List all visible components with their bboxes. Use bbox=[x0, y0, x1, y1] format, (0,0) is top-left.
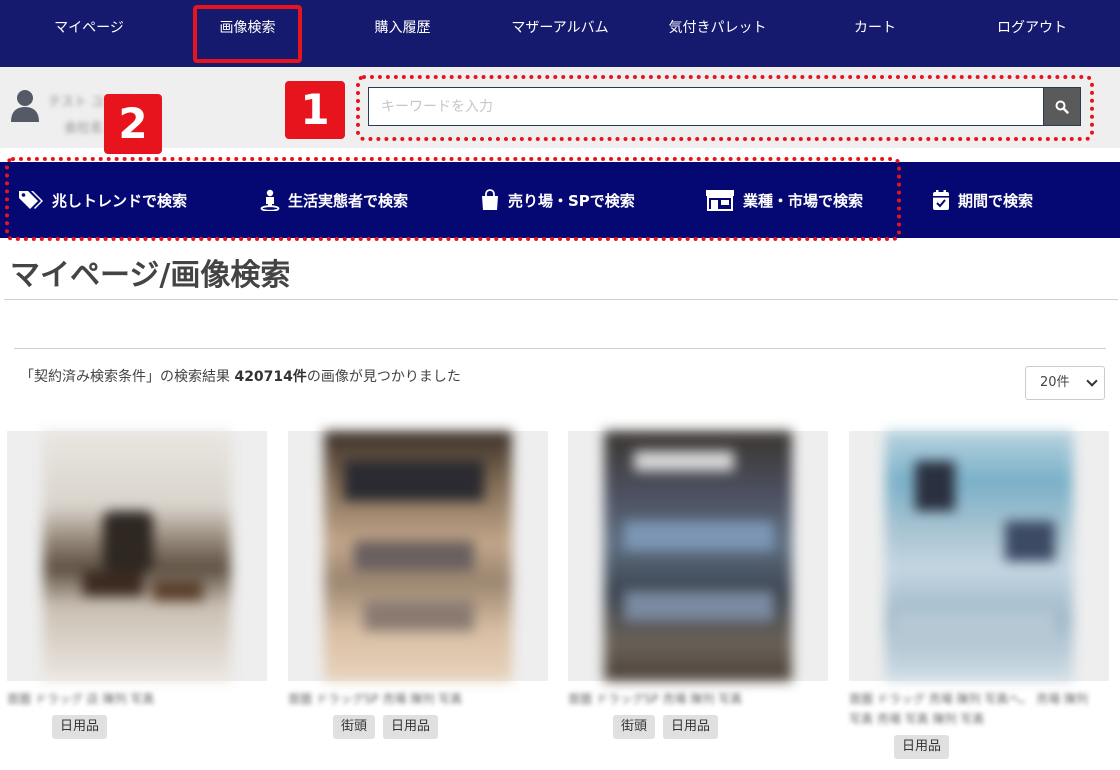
search-button[interactable] bbox=[1043, 87, 1081, 126]
store-icon bbox=[706, 190, 734, 211]
image-thumbnail[interactable] bbox=[604, 431, 792, 681]
shopping-bag-icon bbox=[482, 189, 498, 210]
tag[interactable]: 日用品 bbox=[52, 715, 108, 739]
image-card[interactable]: 首圏 ドラッグ 店 陳列 写真 日用品 bbox=[7, 431, 267, 739]
search-input[interactable] bbox=[368, 87, 1044, 126]
image-caption: 首圏 ドラッグSP 売場 陳列 写真 bbox=[288, 692, 463, 706]
person-icon bbox=[260, 189, 280, 211]
image-card[interactable]: 首圏 ドラッグSP 売場 陳列 写真 街頭 日用品 bbox=[568, 431, 828, 739]
result-prefix: 「契約済み検索条件」の検索結果 bbox=[20, 369, 235, 385]
image-thumbnail[interactable] bbox=[885, 431, 1073, 681]
category-sales-floor[interactable]: 売り場・SPで検索 bbox=[480, 185, 635, 215]
calendar-icon bbox=[933, 190, 949, 210]
image-card[interactable]: 首圏 ドラッグSP 売場 陳列 写真 街頭 日用品 bbox=[288, 431, 548, 739]
category-lifestyle[interactable]: 生活実態者で検索 bbox=[260, 185, 408, 215]
tag-list: 日用品 bbox=[849, 735, 1109, 759]
tag[interactable]: 日用品 bbox=[894, 735, 950, 759]
tag[interactable]: 日用品 bbox=[383, 715, 439, 739]
result-suffix: の画像が見つかりました bbox=[306, 369, 461, 385]
divider bbox=[14, 348, 1106, 349]
user-company: 会社名 bbox=[64, 121, 104, 136]
tag-list: 街頭 日用品 bbox=[568, 715, 828, 739]
category-period-label: 期間で検索 bbox=[958, 191, 1034, 210]
image-caption: 首圏 ドラッグ 店 陳列 写真 bbox=[7, 692, 155, 706]
user-icon bbox=[10, 89, 40, 123]
annotation-badge-1: 1 bbox=[285, 81, 345, 139]
category-sales-floor-label: 売り場・SPで検索 bbox=[508, 191, 635, 210]
category-lifestyle-label: 生活実態者で検索 bbox=[288, 191, 409, 210]
result-count: 420714件 bbox=[234, 369, 307, 385]
nav-cart[interactable]: カート bbox=[820, 0, 930, 57]
annotation-badge-2: 2 bbox=[104, 94, 162, 154]
tag-icon bbox=[19, 191, 43, 209]
search-icon bbox=[1055, 100, 1069, 114]
top-nav: マイページ 画像検索 購入履歴 マザーアルバム 気付きパレット カート ログアウ… bbox=[0, 0, 1120, 67]
nav-logout[interactable]: ログアウト bbox=[970, 0, 1094, 57]
tag[interactable]: 街頭 bbox=[613, 715, 656, 739]
image-caption: 首圏 ドラッグ 売場 陳列 写真へ。 売場 陳列 写真 売場 写真 陳列 写真 bbox=[849, 692, 1088, 726]
image-thumbnail[interactable] bbox=[324, 431, 512, 681]
divider bbox=[4, 299, 1118, 300]
per-page-select[interactable]: 20件 bbox=[1025, 366, 1105, 400]
image-caption: 首圏 ドラッグSP 売場 陳列 写真 bbox=[568, 692, 743, 706]
nav-mother-album[interactable]: マザーアルバム bbox=[480, 0, 640, 57]
category-industry-label: 業種・市場で検索 bbox=[743, 191, 864, 210]
chevron-down-icon bbox=[1086, 375, 1098, 387]
tag[interactable]: 街頭 bbox=[333, 715, 376, 739]
page-title: マイページ/画像検索 bbox=[10, 258, 291, 293]
result-summary: 「契約済み検索条件」の検索結果 420714件の画像が見つかりました bbox=[20, 366, 461, 386]
tag-list: 日用品 bbox=[7, 715, 267, 739]
category-trend-label: 兆しトレンドで検索 bbox=[52, 191, 188, 210]
category-industry[interactable]: 業種・市場で検索 bbox=[705, 185, 863, 215]
tag[interactable]: 日用品 bbox=[663, 715, 719, 739]
nav-kizuki-palette[interactable]: 気付きパレット bbox=[650, 0, 785, 57]
image-card[interactable]: 首圏 ドラッグ 売場 陳列 写真へ。 売場 陳列 写真 売場 写真 陳列 写真 … bbox=[849, 431, 1109, 759]
image-thumbnail[interactable] bbox=[43, 431, 231, 681]
tag-list: 街頭 日用品 bbox=[288, 715, 548, 739]
nav-mypage[interactable]: マイページ bbox=[30, 0, 148, 57]
nav-purchase-history[interactable]: 購入履歴 bbox=[340, 0, 465, 57]
category-period[interactable]: 期間で検索 bbox=[932, 185, 1033, 215]
nav-image-search[interactable]: 画像検索 bbox=[193, 5, 302, 63]
category-trend[interactable]: 兆しトレンドで検索 bbox=[18, 185, 187, 215]
per-page-value: 20件 bbox=[1040, 375, 1070, 390]
